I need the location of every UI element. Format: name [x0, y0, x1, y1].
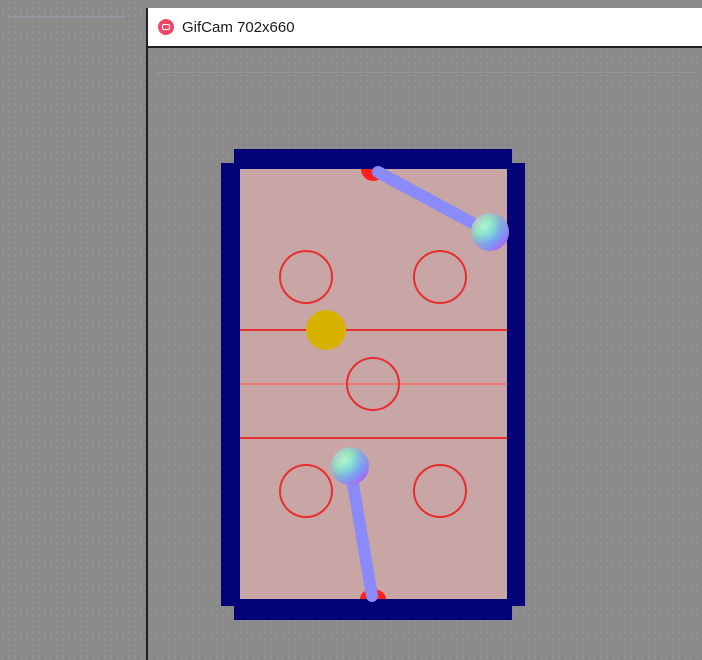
- table-border-top: [234, 149, 512, 169]
- top-mallet[interactable]: [471, 213, 509, 251]
- puck[interactable]: [306, 310, 346, 350]
- air-hockey-game[interactable]: [0, 0, 702, 660]
- bottom-mallet[interactable]: [331, 447, 369, 485]
- table-border-right: [507, 163, 525, 606]
- table-border-bottom: [234, 599, 512, 620]
- table-border-left: [221, 163, 240, 606]
- screen: GifCam 702x660: [0, 0, 702, 660]
